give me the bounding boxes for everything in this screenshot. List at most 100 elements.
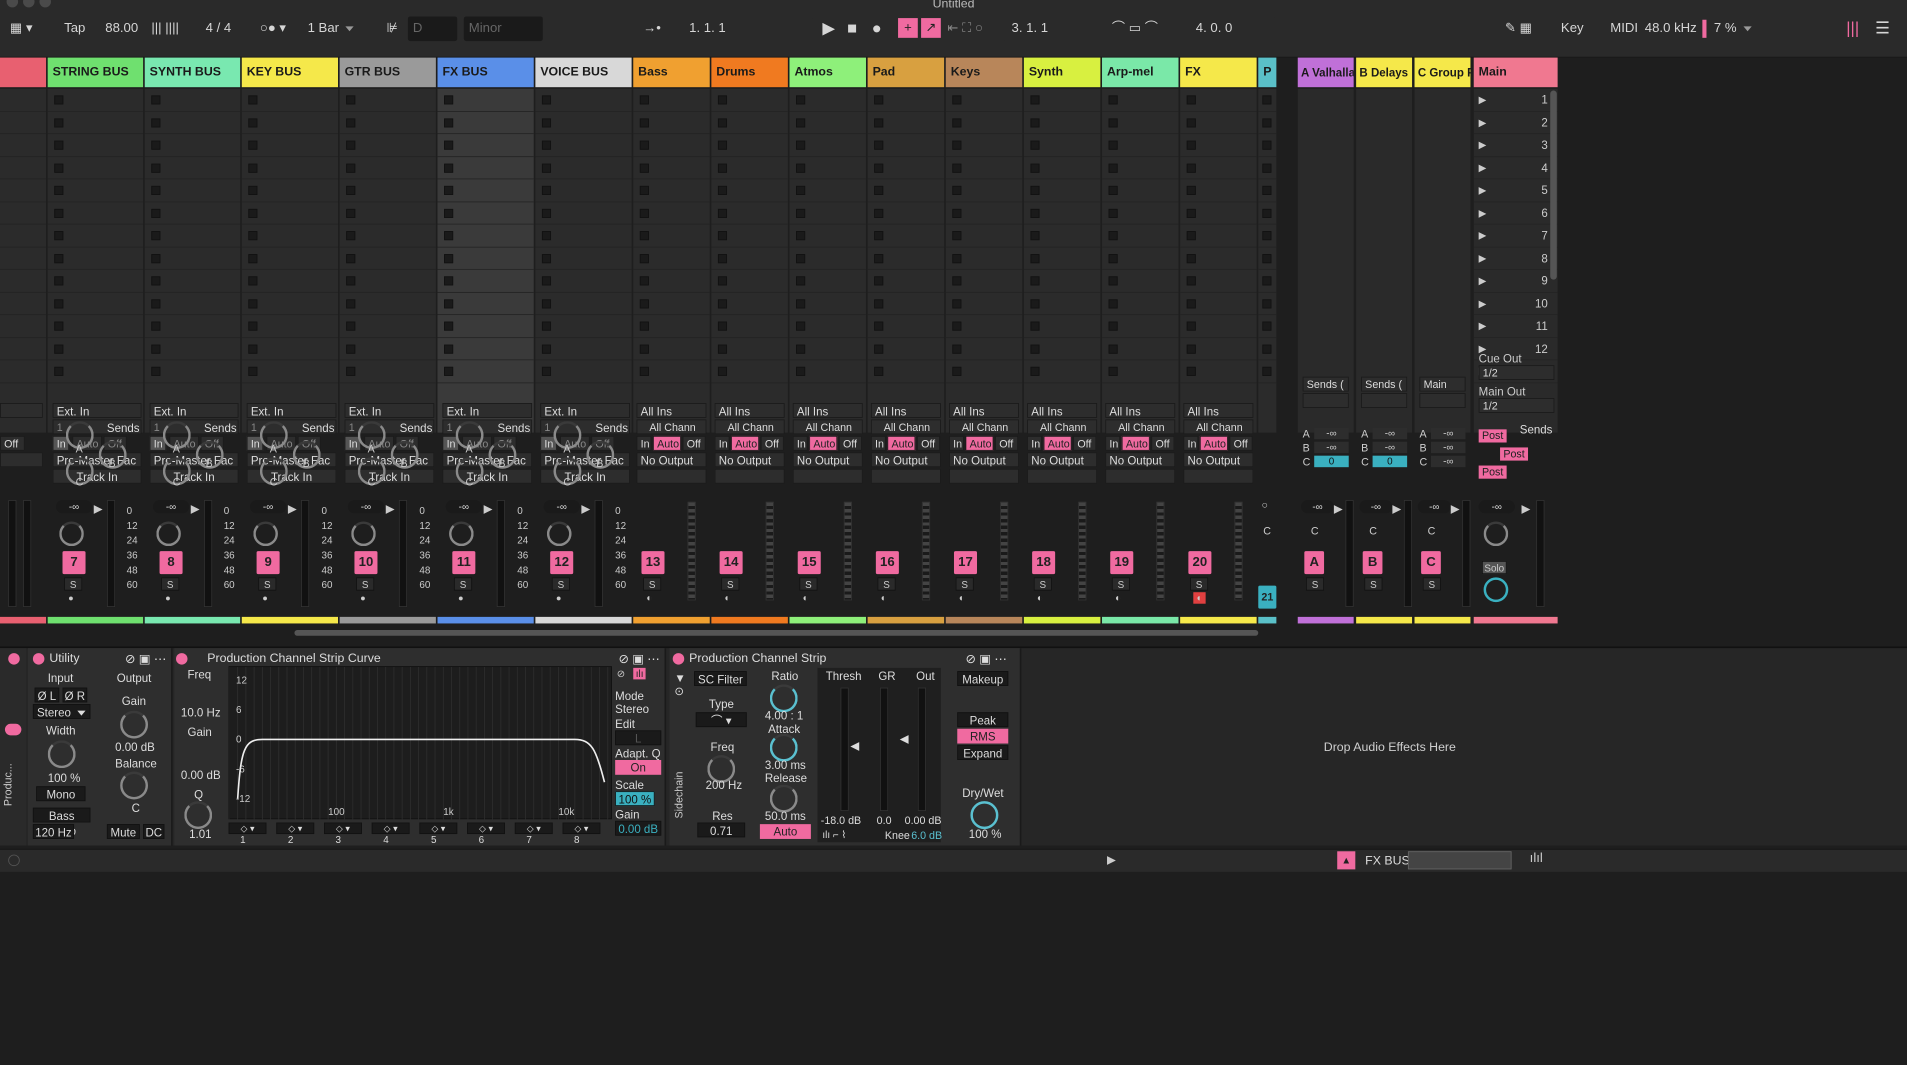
clip-stop-icon[interactable] xyxy=(874,231,884,241)
clip-stop-icon[interactable] xyxy=(248,366,258,376)
monitor-in-button[interactable]: In xyxy=(1105,435,1121,451)
info-icon[interactable] xyxy=(8,854,20,867)
clip-stop-icon[interactable] xyxy=(346,140,356,150)
clip-slot[interactable] xyxy=(1180,338,1257,361)
track-header[interactable]: STRING BUS xyxy=(47,57,144,88)
gain-knob[interactable] xyxy=(120,710,149,739)
scene-launch-icon[interactable]: ▶ xyxy=(1479,139,1487,151)
clip-stop-icon[interactable] xyxy=(874,185,884,195)
clip-stop-icon[interactable] xyxy=(151,253,161,263)
clip-slot[interactable] xyxy=(241,225,339,248)
arm-icon[interactable]: ● xyxy=(165,594,170,604)
clip-slot[interactable] xyxy=(945,179,1023,202)
monitor-field[interactable] xyxy=(714,468,785,484)
balance-knob[interactable] xyxy=(120,771,149,800)
solo-button[interactable]: S xyxy=(1190,577,1209,591)
clip-slot[interactable] xyxy=(945,157,1023,180)
clip-stop-icon[interactable] xyxy=(1262,163,1272,173)
return-monitor-field[interactable] xyxy=(1419,393,1466,408)
scene-row[interactable]: ▶ 8 xyxy=(1473,247,1558,270)
clip-slot[interactable] xyxy=(945,270,1023,293)
clip-slot[interactable] xyxy=(47,247,144,270)
clip-slot[interactable] xyxy=(867,157,945,180)
return-track-header[interactable]: C Group F xyxy=(1414,57,1471,88)
track-number-button[interactable]: 18 xyxy=(1032,551,1056,575)
clip-slot[interactable] xyxy=(633,315,710,338)
track-number-button[interactable]: 13 xyxy=(641,551,665,575)
clip-stop-icon[interactable] xyxy=(444,185,454,195)
clip-stop-icon[interactable] xyxy=(1030,344,1040,354)
input-type-select[interactable]: All Ins xyxy=(1183,403,1254,418)
main-out-select[interactable]: 1/2 xyxy=(1478,398,1555,413)
clip-slot[interactable] xyxy=(1180,111,1257,135)
mode-value[interactable]: Stereo xyxy=(615,702,649,715)
solo-button[interactable]: S xyxy=(955,577,974,591)
band-toggle[interactable]: 1 xyxy=(240,834,245,846)
clip-slot[interactable] xyxy=(1180,292,1257,316)
clip-stop-icon[interactable] xyxy=(54,163,64,173)
menu-icon[interactable]: ☰ xyxy=(1875,16,1890,41)
track-header[interactable]: Arp-mel xyxy=(1102,57,1179,88)
clip-slot[interactable] xyxy=(1102,179,1179,202)
solo-button[interactable]: S xyxy=(721,577,740,591)
res-value[interactable]: 0.71 xyxy=(697,822,746,838)
clip-slot[interactable] xyxy=(1180,315,1257,338)
track-header[interactable] xyxy=(0,57,47,88)
clip-stop-icon[interactable] xyxy=(639,140,649,150)
clip-slot[interactable] xyxy=(633,89,710,112)
clip-stop-icon[interactable] xyxy=(248,321,258,331)
clip-stop-icon[interactable] xyxy=(541,253,552,263)
clip-slot[interactable] xyxy=(1180,270,1257,293)
clip-stop-icon[interactable] xyxy=(1030,321,1040,331)
monitor-field[interactable] xyxy=(1105,468,1176,484)
clip-slot[interactable] xyxy=(945,315,1023,338)
clip-slot[interactable] xyxy=(633,134,710,157)
solo-button[interactable]: S xyxy=(1033,577,1052,591)
draw-mode-icon[interactable]: ✎ ▦ xyxy=(1505,16,1532,41)
input-type-select[interactable]: All Ins xyxy=(1105,403,1176,418)
clip-slot[interactable] xyxy=(47,225,144,248)
clip-slot[interactable] xyxy=(144,225,241,248)
band-toggle[interactable]: 8 xyxy=(574,834,579,846)
clip-stop-icon[interactable] xyxy=(952,344,962,354)
clip-slot[interactable] xyxy=(0,179,47,202)
monitor-in-button[interactable]: In xyxy=(714,435,730,451)
clip-stop-icon[interactable] xyxy=(639,344,649,354)
clip-slot[interactable] xyxy=(789,270,866,293)
track-number-button[interactable]: 9 xyxy=(256,551,280,575)
monitor-field[interactable] xyxy=(870,468,941,484)
arm-icon[interactable]: ◐ xyxy=(646,592,652,604)
clip-slot[interactable] xyxy=(1258,315,1277,338)
clip-stop-icon[interactable] xyxy=(248,298,258,309)
scene-row[interactable]: ▶ 5 xyxy=(1473,179,1558,202)
clip-slot[interactable] xyxy=(1102,270,1179,293)
track-number-button[interactable]: 10 xyxy=(354,551,378,575)
loop-length-field[interactable]: 4. 0. 0 xyxy=(1176,16,1275,42)
clip-stop-icon[interactable] xyxy=(639,95,649,105)
solo-button[interactable]: S xyxy=(64,577,83,591)
clip-stop-icon[interactable] xyxy=(952,185,962,195)
clip-slot[interactable] xyxy=(867,360,945,383)
clip-slot[interactable] xyxy=(789,225,866,248)
scene-launch-icon[interactable]: ▶ xyxy=(1479,207,1487,219)
clip-stop-icon[interactable] xyxy=(717,321,728,331)
clip-stop-icon[interactable] xyxy=(151,208,161,218)
clip-slot[interactable] xyxy=(1258,179,1277,202)
arm-icon[interactable]: ● xyxy=(556,594,561,604)
clip-slot[interactable] xyxy=(241,111,339,135)
dc-button[interactable]: DC xyxy=(143,824,165,839)
fold-icon[interactable]: ▶ xyxy=(1334,502,1343,516)
clip-stop-icon[interactable] xyxy=(1262,366,1272,376)
fold-icon[interactable]: ▶ xyxy=(288,502,297,516)
clip-stop-icon[interactable] xyxy=(639,118,649,128)
pan-knob[interactable] xyxy=(156,521,181,547)
clip-stop-icon[interactable] xyxy=(1262,298,1272,309)
clip-stop-icon[interactable] xyxy=(248,344,258,354)
clip-slot[interactable] xyxy=(945,202,1023,225)
mute-button[interactable]: Mute xyxy=(106,824,140,839)
clip-stop-icon[interactable] xyxy=(1186,276,1196,286)
input-channel-select[interactable]: All Chann xyxy=(792,419,863,435)
clip-stop-icon[interactable] xyxy=(444,140,454,150)
clip-slot[interactable] xyxy=(789,89,866,112)
track-header[interactable]: Bass xyxy=(633,57,710,88)
